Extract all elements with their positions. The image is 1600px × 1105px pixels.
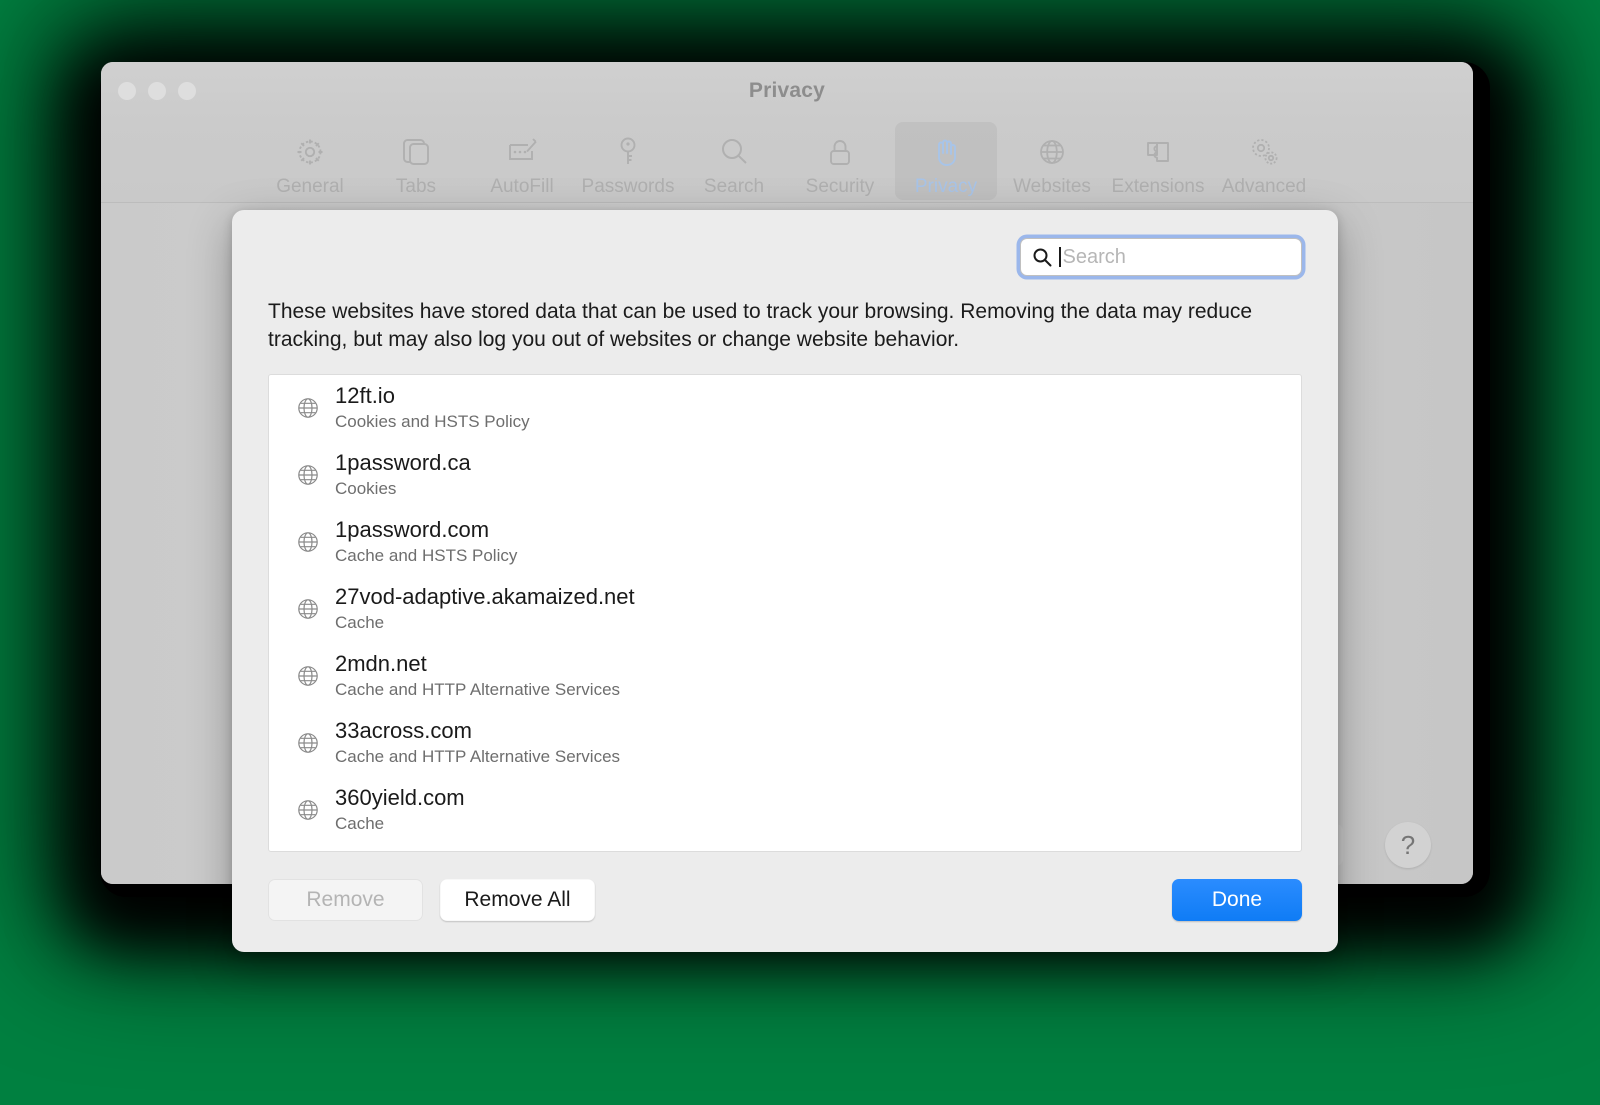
website-domain: 360yield.com xyxy=(335,785,465,811)
website-data-types: Cache xyxy=(335,613,385,633)
zoom-button[interactable] xyxy=(178,82,196,100)
tab-search[interactable]: Search xyxy=(683,122,785,200)
website-data-types: Cache and HTTP Alternative Services xyxy=(335,680,621,700)
sheet-toolbar: Search xyxy=(268,238,1302,276)
list-item[interactable]: 360yield.com Cache xyxy=(269,777,1301,844)
tab-websites[interactable]: Websites xyxy=(1001,122,1103,200)
minimize-button[interactable] xyxy=(148,82,166,100)
website-domain: 1password.ca xyxy=(335,450,471,476)
traffic-light-group xyxy=(118,82,196,100)
help-button[interactable]: ? xyxy=(1385,822,1431,868)
hand-icon xyxy=(923,129,969,175)
globe-icon xyxy=(295,663,321,689)
list-item[interactable]: 1password.ca Cookies xyxy=(269,442,1301,509)
tab-advanced[interactable]: Advanced xyxy=(1213,122,1315,200)
key-icon xyxy=(605,129,651,175)
tab-autofill[interactable]: AutoFill xyxy=(471,122,573,200)
page-title: Privacy xyxy=(748,79,826,102)
text-caret xyxy=(1059,247,1061,267)
sheet-description: These websites have stored data that can… xyxy=(268,300,1253,351)
website-data-list[interactable]: 12ft.io Cookies and HSTS Policy 1passwor… xyxy=(268,373,1302,852)
tab-label: Tabs xyxy=(395,176,437,197)
puzzle-icon xyxy=(1135,129,1181,175)
autofill-icon xyxy=(499,129,545,175)
tab-label: Advanced xyxy=(1221,176,1307,197)
website-domain: 1password.com xyxy=(335,517,490,543)
website-data-types: Cache and HTTP Alternative Services xyxy=(335,747,621,767)
list-item[interactable]: 27vod-adaptive.akamaized.net Cache xyxy=(269,576,1301,643)
preferences-toolbar: General Tabs AutoFill Passwords Search S… xyxy=(101,120,1473,203)
website-domain: 33across.com xyxy=(335,718,472,744)
manage-website-data-sheet: Search These websites have stored data t… xyxy=(232,210,1338,952)
gears-icon xyxy=(1241,129,1287,175)
globe-icon xyxy=(295,529,321,555)
tab-label: Websites xyxy=(1013,176,1091,197)
list-item[interactable]: 12ft.io Cookies and HSTS Policy xyxy=(269,375,1301,442)
website-data-types: Cookies xyxy=(335,479,397,499)
list-item[interactable]: 33across.com Cache and HTTP Alternative … xyxy=(269,710,1301,777)
globe-icon xyxy=(295,462,321,488)
tab-label: Security xyxy=(805,176,875,197)
tab-label: Passwords xyxy=(581,176,675,197)
website-data-types: Cache and HSTS Policy xyxy=(335,546,518,566)
tabs-icon xyxy=(393,129,439,175)
tab-label: Privacy xyxy=(914,176,978,197)
magnifier-icon xyxy=(711,129,757,175)
globe-icon xyxy=(1029,129,1075,175)
tab-tabs[interactable]: Tabs xyxy=(365,122,467,200)
website-domain: 2mdn.net xyxy=(335,651,427,677)
search-placeholder: Search xyxy=(1062,245,1126,268)
website-data-types: Cookies and HSTS Policy xyxy=(335,412,530,432)
window-titlebar: Privacy xyxy=(101,62,1473,120)
done-button[interactable]: Done xyxy=(1172,879,1302,921)
website-domain: 27vod-adaptive.akamaized.net xyxy=(335,584,635,610)
tab-security[interactable]: Security xyxy=(789,122,891,200)
tab-label: Extensions xyxy=(1111,176,1205,197)
lock-icon xyxy=(817,129,863,175)
tab-extensions[interactable]: Extensions xyxy=(1107,122,1209,200)
remove-button[interactable]: Remove xyxy=(268,879,423,921)
website-data-types: Cache xyxy=(335,814,385,834)
search-input[interactable]: Search xyxy=(1020,238,1302,276)
globe-icon xyxy=(295,395,321,421)
tab-label: AutoFill xyxy=(490,176,554,197)
tab-privacy[interactable]: Privacy xyxy=(895,122,997,200)
sheet-footer: Remove Remove All Done xyxy=(268,878,1302,922)
tab-general[interactable]: General xyxy=(259,122,361,200)
globe-icon xyxy=(295,730,321,756)
tab-label: Search xyxy=(703,176,765,197)
remove-all-button[interactable]: Remove All xyxy=(440,879,595,921)
globe-icon xyxy=(295,797,321,823)
close-button[interactable] xyxy=(118,82,136,100)
list-item[interactable]: 2mdn.net Cache and HTTP Alternative Serv… xyxy=(269,643,1301,710)
website-domain: 12ft.io xyxy=(335,383,395,409)
globe-icon xyxy=(295,596,321,622)
list-item[interactable]: 1password.com Cache and HSTS Policy xyxy=(269,509,1301,576)
tab-label: General xyxy=(276,176,344,197)
tab-passwords[interactable]: Passwords xyxy=(577,122,679,200)
search-icon xyxy=(1031,246,1053,268)
gear-icon xyxy=(287,129,333,175)
